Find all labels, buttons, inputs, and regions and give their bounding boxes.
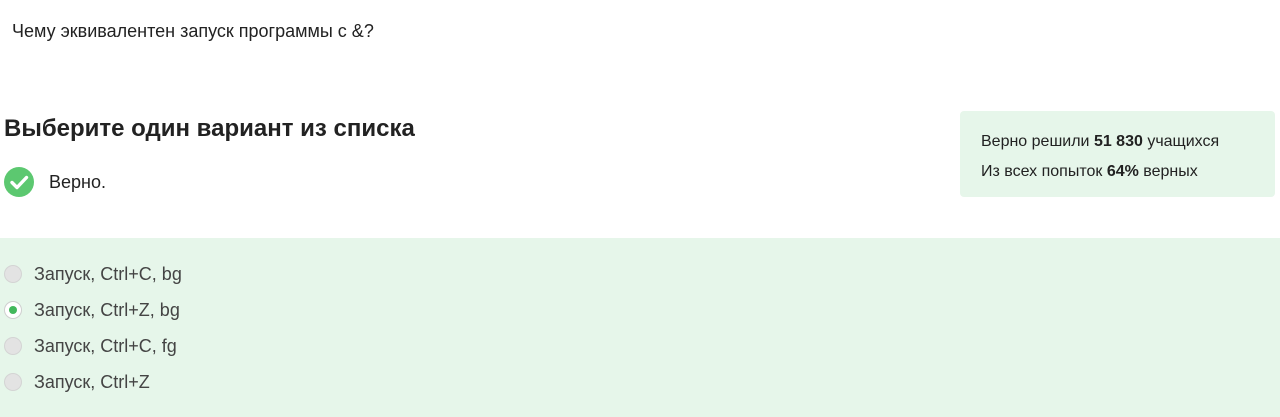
radio-button[interactable] bbox=[4, 265, 22, 283]
option-item[interactable]: Запуск, Ctrl+Z, bg bbox=[4, 297, 180, 323]
stats-solved-suffix: учащихся bbox=[1142, 133, 1220, 150]
stats-solved-line: Верно решили 51 830 учащихся bbox=[981, 127, 1275, 157]
radio-button-selected[interactable] bbox=[4, 301, 22, 319]
task-heading: Выберите один вариант из списка bbox=[4, 115, 415, 142]
option-item[interactable]: Запуск, Ctrl+C, fg bbox=[4, 333, 177, 359]
option-label: Запуск, Ctrl+C, bg bbox=[34, 263, 182, 284]
question-text: Чему эквивалентен запуск программы с &? bbox=[12, 21, 374, 41]
quiz-page: Чему эквивалентен запуск программы с &? … bbox=[0, 0, 1280, 417]
option-item[interactable]: Запуск, Ctrl+C, bg bbox=[4, 261, 182, 287]
option-label: Запуск, Ctrl+C, fg bbox=[34, 335, 177, 356]
stats-panel: Верно решили 51 830 учащихся Из всех поп… bbox=[960, 111, 1275, 197]
stats-solved-prefix: Верно решили bbox=[981, 133, 1094, 150]
result-text: Верно. bbox=[49, 171, 106, 192]
check-circle-icon bbox=[4, 167, 34, 197]
radio-button[interactable] bbox=[4, 373, 22, 391]
result-status: Верно. bbox=[4, 166, 106, 198]
stats-attempts-prefix: Из всех попыток bbox=[981, 163, 1107, 180]
option-label: Запуск, Ctrl+Z bbox=[34, 371, 150, 392]
radio-button[interactable] bbox=[4, 337, 22, 355]
stats-attempts-suffix: верных bbox=[1138, 163, 1198, 180]
stats-attempts-percent: 64% bbox=[1106, 163, 1139, 180]
stats-attempts-line: Из всех попыток 64% верных bbox=[981, 157, 1275, 187]
option-label: Запуск, Ctrl+Z, bg bbox=[34, 299, 180, 320]
options-list: Запуск, Ctrl+C, bg Запуск, Ctrl+Z, bg За… bbox=[0, 238, 1280, 417]
option-item[interactable]: Запуск, Ctrl+Z bbox=[4, 369, 150, 395]
stats-solved-count: 51 830 bbox=[1093, 133, 1143, 150]
